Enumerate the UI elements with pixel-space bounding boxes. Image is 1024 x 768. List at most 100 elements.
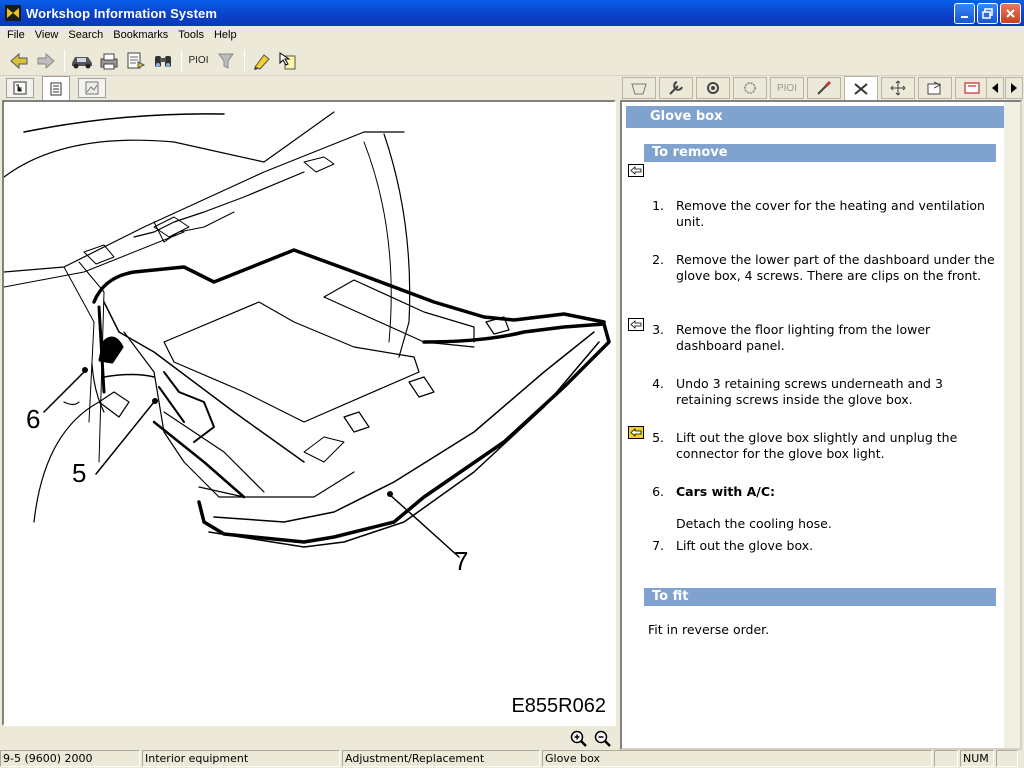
zoom-bar <box>2 727 616 750</box>
close-button[interactable] <box>1000 3 1021 24</box>
clipboard-arrow-icon <box>927 81 942 95</box>
tools-crossed-icon <box>854 82 868 95</box>
status-empty <box>934 750 958 767</box>
app-icon <box>5 5 21 21</box>
menu-bar: File View Search Bookmarks Tools Help <box>0 26 1024 44</box>
fit-text: Fit in reverse order. <box>648 622 770 637</box>
gear-icon <box>744 82 756 94</box>
title-bar: Workshop Information System <box>0 0 1024 26</box>
menu-view[interactable]: View <box>30 29 64 41</box>
tab-engine[interactable] <box>696 77 730 99</box>
menu-help[interactable]: Help <box>209 29 242 41</box>
zoom-in-icon <box>570 730 587 747</box>
step-number: 6. <box>652 484 664 499</box>
car-icon <box>71 56 92 68</box>
close-icon <box>1006 9 1015 18</box>
document-arrow-icon <box>127 52 145 69</box>
illustration-pane: 6 5 7 E855R062 <box>2 100 616 726</box>
move-arrows-icon <box>890 80 906 96</box>
menu-tools[interactable]: Tools <box>173 29 209 41</box>
window-title: Workshop Information System <box>26 5 217 21</box>
step-text: Cars with A/C: <box>676 484 776 499</box>
print-button[interactable] <box>96 48 121 73</box>
back-link-icon[interactable] <box>628 164 644 177</box>
back-button[interactable] <box>6 48 31 73</box>
step-number: 1. <box>652 198 664 213</box>
arrow-left-icon <box>992 83 998 93</box>
page-icon <box>50 82 62 95</box>
callout-6: 6 <box>26 404 41 434</box>
pio-label: PIOI <box>188 55 209 66</box>
forward-button[interactable] <box>33 48 58 73</box>
diagnosis-icon <box>964 82 980 94</box>
highlighter-icon <box>253 53 270 70</box>
tab-bodywork[interactable] <box>622 77 656 99</box>
step-number: 7. <box>652 538 664 553</box>
tab-scroll-left[interactable] <box>986 77 1004 99</box>
document-pane: Glove box To remove 1. Remove the cover … <box>620 100 1022 750</box>
callout-7: 7 <box>454 546 469 576</box>
picture-icon <box>85 81 99 95</box>
fit-header: To fit <box>644 588 996 606</box>
status-bar: 9-5 (9600) 2000 Interior equipment Adjus… <box>0 750 1024 768</box>
menu-bookmarks[interactable]: Bookmarks <box>108 29 173 41</box>
tab-diagnosis[interactable] <box>955 77 989 99</box>
step-text: Lift out the glove box slightly and unpl… <box>676 430 958 461</box>
figure-reference: E855R062 <box>511 695 606 717</box>
forward-arrow-icon <box>37 52 55 69</box>
zoom-in-button[interactable] <box>568 728 590 749</box>
status-topic: Glove box <box>542 750 932 767</box>
step-text: Remove the floor lighting from the lower… <box>676 322 931 353</box>
status-type: Adjustment/Replacement <box>342 750 540 767</box>
arrow-right-icon <box>1011 83 1017 93</box>
tab-tools[interactable] <box>659 77 693 99</box>
document-button[interactable] <box>123 48 148 73</box>
step-number: 2. <box>652 252 664 267</box>
step-text: Detach the cooling hose. <box>676 516 832 531</box>
minimize-icon <box>961 16 968 18</box>
zoom-out-button[interactable] <box>592 728 614 749</box>
printer-icon <box>100 53 117 69</box>
filter-button[interactable] <box>213 48 238 73</box>
screwdriver-icon <box>817 80 832 95</box>
toolbar-separator <box>64 49 65 72</box>
step-number: 4. <box>652 376 664 391</box>
minimize-button[interactable] <box>954 3 975 24</box>
toolbar-separator <box>244 49 245 72</box>
pio-button[interactable]: PIOI <box>186 48 211 73</box>
glove-box-illustration <box>4 111 611 558</box>
tab-move[interactable] <box>881 77 915 99</box>
highlight-button[interactable] <box>249 48 274 73</box>
tab-electrical[interactable] <box>807 77 841 99</box>
tab-service[interactable] <box>918 77 952 99</box>
wrench-icon <box>669 81 683 95</box>
vehicle-button[interactable] <box>69 48 94 73</box>
step-text: Remove the cover for the heating and ven… <box>676 198 985 229</box>
restore-button[interactable] <box>977 3 998 24</box>
tree-icon <box>13 81 27 95</box>
tab-contents[interactable] <box>6 78 34 98</box>
tab-adjustment[interactable] <box>844 76 878 100</box>
find-button[interactable] <box>150 48 175 73</box>
restore-icon <box>982 8 993 19</box>
tab-scroll-right[interactable] <box>1005 77 1023 99</box>
pio-tab-label: PIOI <box>776 82 797 94</box>
binoculars-icon <box>154 55 171 67</box>
tab-document[interactable] <box>42 76 70 100</box>
menu-search[interactable]: Search <box>63 29 108 41</box>
pointer-button[interactable] <box>276 48 301 73</box>
main-toolbar: PIOI <box>0 46 1024 76</box>
status-num: NUM <box>960 750 994 767</box>
menu-file[interactable]: File <box>2 29 30 41</box>
document-content: Glove box To remove 1. Remove the cover … <box>622 102 1006 748</box>
document-title: Glove box <box>626 106 1004 128</box>
filter-icon <box>217 53 234 69</box>
toolbar-separator <box>181 49 182 72</box>
zoom-out-icon <box>594 730 611 747</box>
pane-tabs: PIOI <box>0 76 1024 100</box>
step-number: 5. <box>652 430 664 445</box>
tab-transmission[interactable] <box>733 77 767 99</box>
document-scrollbar[interactable] <box>1004 102 1020 748</box>
tab-pio[interactable]: PIOI <box>770 77 804 99</box>
tab-image[interactable] <box>78 78 106 98</box>
